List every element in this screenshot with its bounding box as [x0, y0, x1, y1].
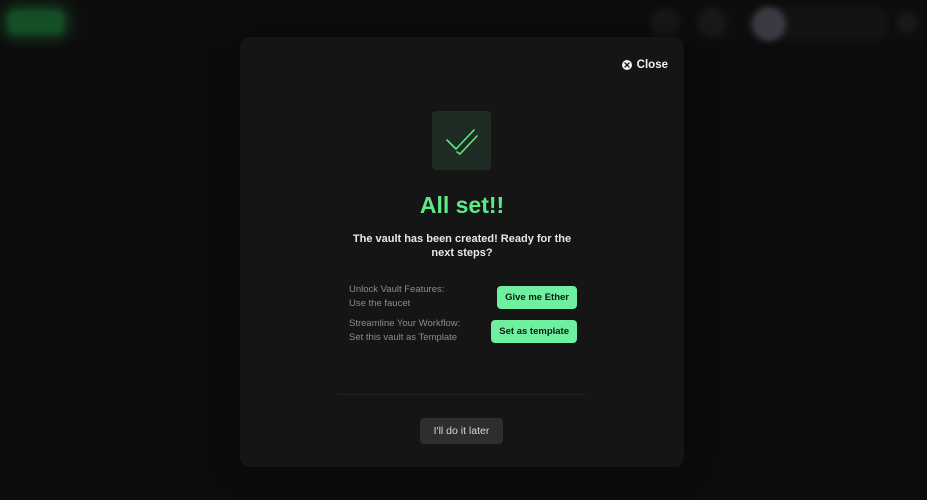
success-badge: [432, 111, 491, 170]
close-circle-icon: [621, 60, 632, 70]
divider: [338, 394, 586, 395]
step-row-template: Streamline Your Workflow: Set this vault…: [349, 317, 577, 345]
step-text: Unlock Vault Features: Use the faucet: [349, 284, 445, 309]
modal-title: All set!!: [419, 192, 505, 218]
modal-subtitle: The vault has been created! Ready for th…: [352, 233, 572, 259]
close-button[interactable]: Close: [621, 59, 668, 71]
vault-created-modal: Close All set!! The vault has been creat…: [240, 37, 684, 467]
give-me-ether-button[interactable]: Give me Ether: [497, 285, 577, 309]
do-it-later-button[interactable]: I'll do it later: [420, 418, 503, 444]
set-as-template-button[interactable]: Set as template: [491, 319, 577, 343]
close-label: Close: [636, 59, 668, 71]
next-steps-list: Unlock Vault Features: Use the faucet Gi…: [349, 283, 577, 351]
step-row-faucet: Unlock Vault Features: Use the faucet Gi…: [349, 283, 577, 311]
step-text: Streamline Your Workflow: Set this vault…: [349, 318, 461, 343]
double-check-icon: [445, 128, 478, 155]
